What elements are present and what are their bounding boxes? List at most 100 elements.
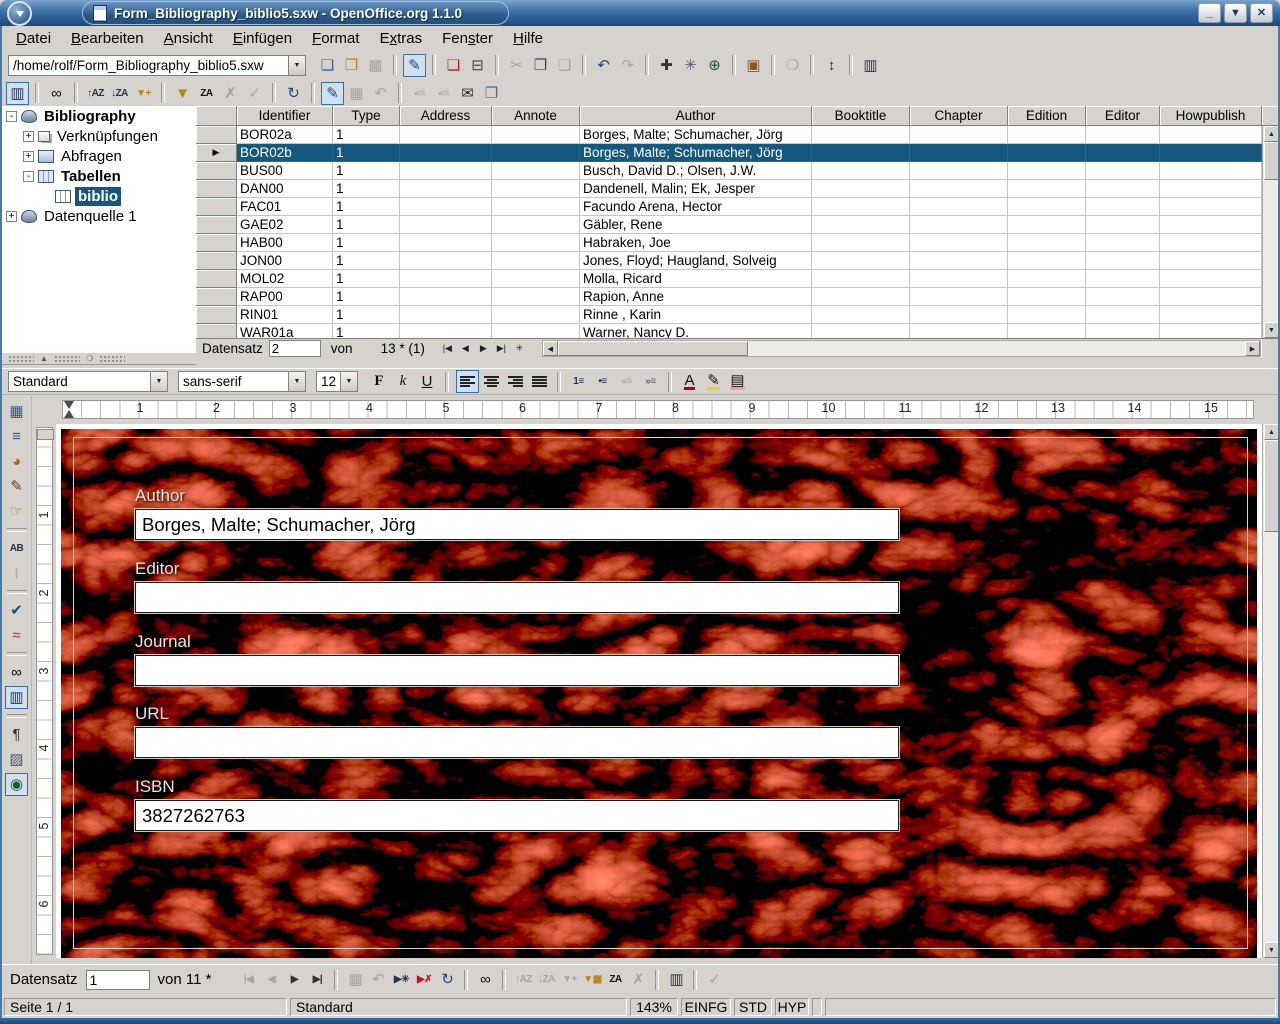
data-to-text-icon[interactable]: «≡	[408, 82, 431, 105]
filter-icon[interactable]: ▼	[171, 82, 194, 105]
expander-icon[interactable]: -	[6, 111, 17, 122]
sort-icon[interactable]: ZA	[195, 82, 218, 105]
font-name-input[interactable]	[179, 374, 288, 389]
indent-marker-icon[interactable]	[64, 401, 74, 418]
table-row[interactable]: GAE02 1 Gäbler, Rene	[196, 216, 1262, 234]
next-record-icon[interactable]: ▶	[283, 969, 305, 991]
status-hyperlink-mode[interactable]: HYP	[775, 998, 809, 1016]
cell-editor[interactable]	[1086, 162, 1160, 180]
cell-type[interactable]: 1	[333, 252, 400, 270]
cell-booktitle[interactable]	[812, 288, 910, 306]
splitter-grip[interactable]	[99, 355, 125, 362]
mail-merge-icon[interactable]: ✉	[456, 82, 479, 105]
status-empty-wide[interactable]	[825, 998, 1276, 1016]
cell-editor[interactable]	[1086, 126, 1160, 144]
cell-address[interactable]	[400, 288, 492, 306]
cell-howpublish[interactable]	[1160, 162, 1262, 180]
highlighting-icon[interactable]: ✎	[702, 370, 725, 393]
cell-howpublish[interactable]	[1160, 252, 1262, 270]
table-row[interactable]: WAR01a 1 Warner, Nancy D.	[196, 324, 1262, 338]
cell-chapter[interactable]	[910, 216, 1008, 234]
online-layout-icon[interactable]: ◉	[5, 773, 28, 796]
splitter-grip[interactable]	[8, 355, 34, 362]
sort-descending-icon[interactable]: ↓ZA	[108, 82, 131, 105]
cell-editor[interactable]	[1086, 306, 1160, 324]
row-header[interactable]	[196, 252, 237, 270]
cell-identifier[interactable]: JON00	[237, 252, 333, 270]
cell-annote[interactable]	[492, 288, 580, 306]
url-input[interactable]	[9, 58, 288, 73]
last-record-icon[interactable]: ▶|	[306, 969, 328, 991]
bullets-icon[interactable]: •≡	[591, 370, 614, 393]
explorer-splitter[interactable]: ▲ ❍	[2, 352, 196, 365]
numbering-icon[interactable]: 1≡	[567, 370, 590, 393]
cell-editor[interactable]	[1086, 270, 1160, 288]
sort-ascending-icon[interactable]: ↑AZ	[512, 969, 534, 991]
nonprinting-characters-icon[interactable]: ¶	[5, 723, 28, 746]
print-icon[interactable]: ⊟	[466, 54, 489, 77]
column-header-edition[interactable]: Edition	[1008, 106, 1086, 126]
cell-howpublish[interactable]	[1160, 216, 1262, 234]
cell-howpublish[interactable]	[1160, 270, 1262, 288]
cell-identifier[interactable]: RIN01	[237, 306, 333, 324]
vertical-ruler[interactable]: 123456	[33, 424, 56, 958]
row-header-corner[interactable]	[196, 106, 237, 126]
column-header-address[interactable]: Address	[400, 106, 492, 126]
cell-identifier[interactable]: BOR02a	[237, 126, 333, 144]
row-header[interactable]	[196, 162, 237, 180]
current-document-source-icon[interactable]: ❐	[480, 82, 503, 105]
find-record-icon[interactable]: ∞	[45, 82, 68, 105]
cell-edition[interactable]	[1008, 270, 1086, 288]
cell-howpublish[interactable]	[1160, 198, 1262, 216]
cell-edition[interactable]	[1008, 198, 1086, 216]
datasource-icon[interactable]: ▥	[859, 54, 882, 77]
cell-annote[interactable]	[492, 180, 580, 198]
menu-einfuegen[interactable]: Einfügen	[223, 28, 302, 49]
journal-input[interactable]	[135, 655, 899, 686]
first-record-icon[interactable]: |◀	[439, 341, 456, 357]
cell-howpublish[interactable]	[1160, 234, 1262, 252]
cell-address[interactable]	[400, 144, 492, 162]
row-header[interactable]	[196, 180, 237, 198]
bold-button[interactable]: F	[368, 371, 390, 393]
row-header[interactable]	[196, 306, 237, 324]
cell-address[interactable]	[400, 306, 492, 324]
underline-button[interactable]: U	[416, 371, 438, 393]
cell-annote[interactable]	[492, 144, 580, 162]
autotext-icon[interactable]: AB	[5, 537, 28, 560]
autofilter-icon[interactable]: ▼+	[558, 969, 580, 991]
cell-annote[interactable]	[492, 234, 580, 252]
cell-identifier[interactable]: GAE02	[237, 216, 333, 234]
cell-address[interactable]	[400, 270, 492, 288]
scroll-right-icon[interactable]: ▶	[1245, 341, 1260, 356]
cell-edition[interactable]	[1008, 234, 1086, 252]
remove-filter-icon[interactable]: ✗	[219, 82, 242, 105]
table-row[interactable]: JON00 1 Jones, Floyd; Haugland, Solveig	[196, 252, 1262, 270]
apply-filter-icon[interactable]: ✓	[243, 82, 266, 105]
cell-author[interactable]: Warner, Nancy D.	[580, 324, 812, 338]
cell-annote[interactable]	[492, 252, 580, 270]
autospellcheck-icon[interactable]: ≈	[5, 624, 28, 647]
table-row[interactable]: BUS00 1 Busch, David D.; Olsen, J.W.	[196, 162, 1262, 180]
menu-extras[interactable]: Extras	[370, 28, 433, 49]
column-header-identifier[interactable]: Identifier	[237, 106, 333, 126]
tree-item-biblio[interactable]: biblio	[2, 186, 196, 206]
cell-identifier[interactable]: WAR01a	[237, 324, 333, 338]
row-header[interactable]	[196, 216, 237, 234]
cell-editor[interactable]	[1086, 180, 1160, 198]
url-input[interactable]	[135, 727, 899, 758]
cell-howpublish[interactable]	[1160, 180, 1262, 198]
gallery-icon[interactable]: ▣	[742, 54, 765, 77]
cell-booktitle[interactable]	[812, 198, 910, 216]
close-button[interactable]: ✕	[1250, 3, 1273, 23]
table-row[interactable]: RAP00 1 Rapion, Anne	[196, 288, 1262, 306]
menu-format[interactable]: Format	[302, 28, 370, 49]
align-right-icon[interactable]	[504, 370, 527, 393]
status-selection-mode[interactable]: STD	[734, 998, 772, 1016]
find-icon[interactable]: ∞	[5, 661, 28, 684]
new-record-icon[interactable]: ▶✳	[390, 969, 412, 991]
cell-address[interactable]	[400, 234, 492, 252]
undo-icon[interactable]: ↶	[592, 54, 615, 77]
minimize-button[interactable]: _	[1198, 3, 1221, 23]
row-header[interactable]	[196, 126, 237, 144]
